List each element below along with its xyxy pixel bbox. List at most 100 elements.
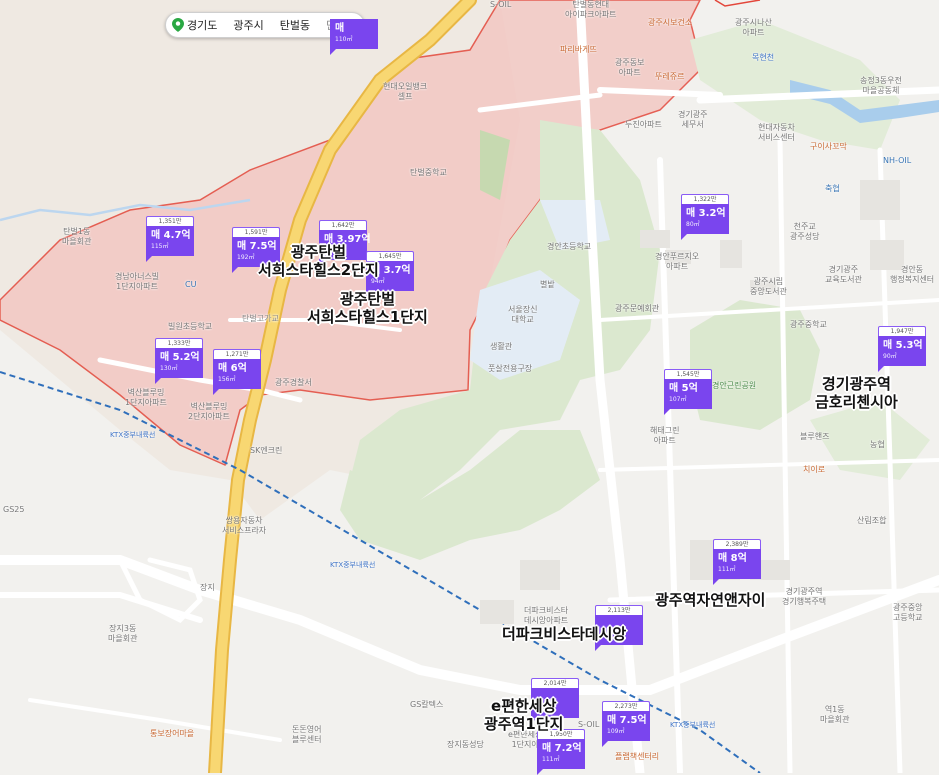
place-label: 쌍용자동차 서비스프라자 bbox=[222, 516, 267, 535]
place-label: CU bbox=[185, 280, 197, 289]
complex-name[interactable]: 광주탄벌 서희스타힐스1단지 bbox=[307, 290, 428, 326]
listing-area: 111㎡ bbox=[542, 756, 560, 763]
listing-price: 매 7.5억 bbox=[607, 715, 647, 726]
listing-marker[interactable]: 1,351만 매 4.7억 115㎡ bbox=[146, 216, 194, 262]
listing-area: 107㎡ bbox=[669, 396, 687, 403]
listing-count: 1,642만 bbox=[319, 220, 367, 230]
place-label: 광주중앙 고등학교 bbox=[893, 603, 923, 622]
place-label: 뚜레쥬르 bbox=[655, 72, 685, 81]
railway-label: KTX중부내륙선 bbox=[330, 561, 376, 569]
place-label: SK엔크린 bbox=[250, 446, 283, 455]
listing-price: 매 8억 bbox=[718, 553, 747, 564]
place-label: 서울장신 대학교 bbox=[508, 305, 538, 324]
listing-marker[interactable]: 1,545만 매 5억 107㎡ bbox=[664, 369, 712, 415]
listing-count: 1,591만 bbox=[232, 227, 280, 237]
place-label: 광주문예회관 bbox=[615, 304, 660, 313]
complex-name[interactable]: e편한세상 광주역1단지 bbox=[484, 697, 563, 733]
place-label: 두진아파트 bbox=[625, 120, 662, 129]
listing-price: 매 5.3억 bbox=[883, 340, 923, 351]
place-label: 광주시립 중앙도서관 bbox=[750, 277, 787, 296]
place-label: 경안근린공원 bbox=[712, 381, 757, 390]
place-label: 광주중학교 bbox=[790, 320, 827, 329]
listing-marker[interactable]: 1,271만 매 6억 156㎡ bbox=[213, 349, 261, 395]
complex-name[interactable]: 경기광주역 금호리첸시아 bbox=[815, 375, 898, 411]
listing-price: 매 bbox=[335, 23, 345, 34]
railway-label: KTX중부내륙선 bbox=[670, 721, 716, 729]
place-label: 광주동보 아파트 bbox=[615, 58, 645, 77]
place-label: 생활관 bbox=[490, 342, 513, 351]
place-label: 송정3동우전 마을공동체 bbox=[860, 76, 902, 95]
listing-area: 115㎡ bbox=[151, 243, 169, 250]
listing-price: 매 5억 bbox=[669, 383, 698, 394]
listing-marker[interactable]: 1,950만 매 7.2억 111㎡ bbox=[537, 729, 585, 775]
breadcrumb-dong[interactable]: 탄벌동 bbox=[280, 17, 310, 33]
breadcrumb-city[interactable]: 광주시 bbox=[233, 17, 263, 33]
place-label: 경안푸르지오 아파트 bbox=[655, 252, 700, 271]
listing-marker[interactable]: 매 110㎡ bbox=[330, 9, 378, 55]
listing-count: 1,271만 bbox=[213, 349, 261, 359]
place-label: 천주교 광주성당 bbox=[790, 222, 820, 241]
listing-count: 1,333만 bbox=[155, 338, 203, 348]
listing-price: 매 4.7억 bbox=[151, 230, 191, 241]
listing-count: 2,389만 bbox=[713, 539, 761, 549]
listing-count: 1,322만 bbox=[681, 194, 729, 204]
listing-area: 90㎡ bbox=[883, 353, 897, 360]
place-label: 별밭 bbox=[540, 280, 555, 289]
location-pin-icon bbox=[172, 18, 184, 32]
place-label: 광주시보건소 bbox=[648, 18, 693, 27]
listing-area: 111㎡ bbox=[718, 566, 736, 573]
place-label: 농협 bbox=[870, 440, 885, 449]
place-label: 빌원초등학교 bbox=[168, 322, 213, 331]
place-label: 축협 bbox=[825, 184, 840, 193]
listing-count: 1,351만 bbox=[146, 216, 194, 226]
place-label: S-OIL bbox=[490, 0, 512, 9]
place-label: NH-OIL bbox=[883, 156, 912, 165]
place-label: 장지동성당 bbox=[447, 740, 484, 749]
place-label: 통보장어마을 bbox=[150, 729, 195, 738]
place-label: GS칼텍스 bbox=[410, 700, 444, 709]
listing-marker[interactable]: 2,389만 매 8억 111㎡ bbox=[713, 539, 761, 585]
listing-marker[interactable]: 1,333만 매 5.2억 130㎡ bbox=[155, 338, 203, 384]
place-label: 광주경찰서 bbox=[275, 378, 312, 387]
listing-area: 110㎡ bbox=[335, 36, 353, 43]
place-label: 경기광주 세무서 bbox=[678, 110, 708, 129]
listing-marker[interactable]: 2,273만 매 7.5억 109㎡ bbox=[602, 701, 650, 747]
place-label: 플랩책센터리 bbox=[615, 752, 660, 761]
listing-marker[interactable]: 1,322만 매 3.2억 80㎡ bbox=[681, 194, 729, 240]
listing-count: 2,113만 bbox=[595, 605, 643, 615]
listing-count: 2,014만 bbox=[531, 678, 579, 688]
listing-marker[interactable]: 1,947만 매 5.3억 90㎡ bbox=[878, 326, 926, 372]
complex-name[interactable]: 광주탄벌 서희스타힐스2단지 bbox=[258, 243, 379, 279]
complex-name[interactable]: 광주역자연앤자이 bbox=[655, 591, 765, 609]
place-label: 현대자동차 서비스센터 bbox=[758, 123, 795, 142]
listing-price: 매 7.2억 bbox=[542, 743, 582, 754]
map-canvas[interactable] bbox=[0, 0, 939, 773]
place-label: 블루핸즈 bbox=[800, 432, 830, 441]
place-label: 파리바게뜨 bbox=[560, 45, 597, 54]
place-label: 더파크비스타 데시앙아파트 bbox=[524, 606, 569, 625]
place-label: 구이사꼬막 bbox=[810, 142, 847, 151]
place-label: 경기광주역 경기행복주택 bbox=[782, 587, 827, 606]
railway-label: KTX중부내륙선 bbox=[110, 431, 156, 439]
place-label: 풋살전용구장 bbox=[488, 364, 533, 373]
listing-price: 매 6억 bbox=[218, 363, 247, 374]
listing-area: 80㎡ bbox=[686, 221, 700, 228]
place-label: 탄벌1동 마을회관 bbox=[62, 227, 92, 246]
breadcrumb-region[interactable]: 경기도 bbox=[187, 17, 217, 33]
complex-name[interactable]: 더파크비스타데시앙 bbox=[502, 625, 626, 643]
place-label: 벽산블루밍 2단지아파트 bbox=[188, 402, 230, 421]
place-label: GS25 bbox=[3, 505, 25, 514]
listing-area: 130㎡ bbox=[160, 365, 178, 372]
listing-price: 매 5.2억 bbox=[160, 352, 200, 363]
place-label: 산림조합 bbox=[857, 516, 887, 525]
place-label: 경안초등학교 bbox=[547, 242, 592, 251]
listing-price: 매 3.2억 bbox=[686, 208, 726, 219]
place-label: 돈돈영어 블루센터 bbox=[292, 725, 322, 744]
listing-area: 156㎡ bbox=[218, 376, 236, 383]
place-label: 탄벌동현대 아이파크아파트 bbox=[565, 0, 617, 19]
place-label: 벽산블루밍 1단지아파트 bbox=[125, 388, 167, 407]
listing-count: 1,947만 bbox=[878, 326, 926, 336]
listing-area: 109㎡ bbox=[607, 728, 625, 735]
place-label: 장지 bbox=[200, 583, 215, 592]
place-label: 현대오일뱅크 셀프 bbox=[383, 82, 428, 101]
